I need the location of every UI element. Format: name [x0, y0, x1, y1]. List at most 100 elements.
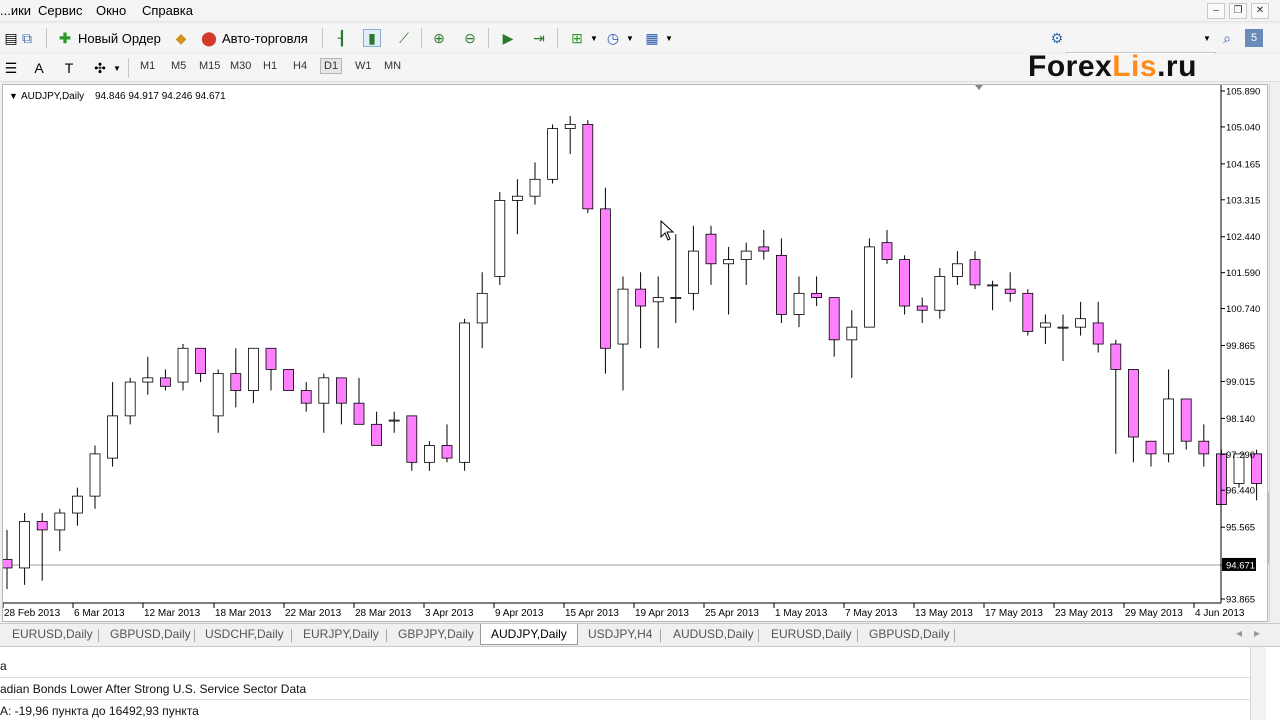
candle — [265, 347, 277, 391]
candle — [652, 276, 664, 349]
new-order-button[interactable]: ✚ Новый Ордер — [54, 27, 163, 49]
zoom-in-button[interactable]: ⊕ — [428, 27, 450, 49]
candle — [388, 411, 400, 433]
chart-window[interactable]: 105.890 105.040 104.165 103.315 102.440 101.5… — [2, 84, 1269, 623]
bear-candle-body — [36, 521, 48, 531]
tab-eurusd-daily-2[interactable]: EURUSD,Daily — [771, 627, 852, 641]
chart-collapse-icon[interactable]: ▼ — [9, 91, 18, 101]
bull-candle-body — [107, 415, 118, 459]
tabs-scroll-left-icon[interactable]: ◂ — [1236, 626, 1242, 640]
tab-usdjpy-h4[interactable]: USDJPY,H4 — [588, 627, 652, 641]
candle — [72, 487, 83, 526]
y-tick-label: 105.040 — [1226, 122, 1260, 133]
navigator-button[interactable]: ⧉ — [16, 27, 38, 49]
candle — [212, 369, 224, 433]
tab-audusd-daily[interactable]: AUDUSD,Daily — [673, 627, 754, 641]
tab-gbpusd-daily[interactable]: GBPUSD,Daily — [110, 627, 191, 641]
line-chart-button[interactable]: ⟋ — [393, 27, 415, 49]
news-header: а — [0, 659, 7, 673]
tf-m30[interactable]: M30 — [228, 60, 253, 72]
tf-h4[interactable]: H4 — [291, 60, 309, 72]
vertical-scrollbar[interactable] — [1269, 84, 1280, 622]
candle — [934, 268, 946, 319]
new-order-label: Новый Ордер — [78, 30, 161, 46]
templates-button[interactable]: ▦ ▼ — [641, 27, 675, 49]
y-tick-label: 105.890 — [1226, 87, 1260, 98]
bull-candle-body — [318, 377, 330, 404]
candle — [916, 297, 928, 323]
periods-button[interactable]: ◷ ▼ — [602, 27, 636, 49]
chart-shift-button[interactable]: ⇥ — [528, 27, 550, 49]
text-button[interactable]: A — [28, 57, 50, 79]
tab-eurjpy-daily[interactable]: EURJPY,Daily — [303, 627, 379, 641]
settings-button[interactable]: ⚙ — [1046, 27, 1068, 49]
indicators-button[interactable]: ⊞ ▼ — [566, 27, 600, 49]
bear-candle-body — [406, 415, 418, 463]
tabs-scroll-right-icon[interactable]: ▸ — [1254, 626, 1260, 640]
tf-m1[interactable]: M1 — [138, 60, 157, 72]
new-order-icon: ✚ — [59, 29, 71, 46]
x-tick-label: 18 Mar 2013 — [215, 608, 272, 619]
menu-service[interactable]: Сервис — [38, 3, 83, 18]
candle — [441, 424, 453, 463]
hlines-button[interactable]: ☰ — [0, 57, 22, 79]
tf-mn[interactable]: MN — [382, 60, 403, 72]
close-button[interactable]: ✕ — [1251, 3, 1269, 19]
menu-charts[interactable]: ...ики — [0, 3, 31, 18]
candle — [846, 310, 858, 378]
candle — [793, 276, 805, 328]
tab-eurusd-daily[interactable]: EURUSD,Daily — [12, 627, 93, 641]
tab-gbpjpy-daily[interactable]: GBPJPY,Daily — [398, 627, 474, 641]
tf-m15[interactable]: M15 — [197, 60, 222, 72]
bull-candle-body — [564, 123, 576, 129]
community-button[interactable]: 5 — [1243, 27, 1265, 49]
restore-button[interactable]: ❐ — [1229, 3, 1247, 19]
tab-gbpusd-daily-2[interactable]: GBPUSD,Daily — [869, 627, 950, 641]
bear-candle-body — [1180, 398, 1192, 442]
line-chart-icon: ⟋ — [399, 29, 409, 46]
news-panel: а adian Bonds Lower After Strong U.S. Se… — [0, 646, 1280, 720]
zoom-out-button[interactable]: ⊖ — [459, 27, 481, 49]
tab-usdchf-daily[interactable]: USDCHF,Daily — [205, 627, 284, 641]
tf-h1[interactable]: H1 — [261, 60, 279, 72]
symbol-tabs: EURUSD,Daily GBPUSD,Daily USDCHF,Daily E… — [0, 623, 1280, 645]
menu-help[interactable]: Справка — [142, 3, 193, 18]
tab-audjpy-daily[interactable]: AUDJPY,Daily — [480, 624, 578, 645]
shapes-button[interactable]: ✣ ▼ — [89, 57, 123, 79]
tf-m5[interactable]: M5 — [169, 60, 188, 72]
news-item[interactable]: adian Bonds Lower After Strong U.S. Serv… — [0, 682, 306, 696]
bear-candle-body — [1128, 368, 1139, 438]
text-label-button[interactable]: T — [58, 57, 80, 79]
brand-part-3: .ru — [1157, 50, 1197, 83]
chevron-down-icon: ▼ — [1203, 33, 1211, 43]
x-tick-label: 28 Mar 2013 — [355, 608, 412, 619]
search-dropdown[interactable]: ▼ — [1200, 27, 1214, 49]
tf-w1[interactable]: W1 — [353, 60, 374, 72]
candle — [635, 272, 646, 349]
auto-trading-icon: ⬤ — [201, 29, 217, 46]
bear-candle-body — [582, 123, 594, 210]
minimize-button[interactable]: – — [1207, 3, 1225, 19]
autoscroll-button[interactable]: ▶ — [497, 27, 519, 49]
bar-chart-button[interactable]: ┨ — [331, 27, 353, 49]
zoom-out-icon: ⊖ — [464, 29, 476, 46]
menu-window[interactable]: Окно — [96, 3, 126, 18]
chevron-down-icon: ▼ — [590, 33, 598, 43]
bear-candle-body — [600, 208, 611, 349]
bull-candle-body — [652, 297, 664, 303]
metaeditor-button[interactable]: ◆ — [170, 27, 192, 49]
news-scrollbar[interactable] — [1250, 647, 1266, 720]
y-tick-label: 93.865 — [1226, 595, 1255, 606]
candlestick-chart[interactable]: 105.890 105.040 104.165 103.315 102.440 101.5… — [3, 85, 1269, 623]
candle — [811, 276, 822, 307]
x-tick-label: 4 Jun 2013 — [1195, 608, 1245, 619]
gear-icon: ⚙ — [1050, 29, 1064, 46]
chart-shift-marker[interactable] — [975, 85, 983, 90]
candlestick-button[interactable]: ▮ — [361, 27, 383, 49]
candle — [881, 229, 893, 264]
tf-d1[interactable]: D1 — [320, 58, 343, 74]
auto-trading-button[interactable]: ⬤ Авто-торговля — [198, 27, 310, 49]
search-button[interactable]: ⌕ — [1216, 27, 1238, 49]
bull-candle-body — [388, 419, 400, 422]
news-item[interactable]: A: -19,96 пункта до 16492,93 пункта — [0, 704, 199, 718]
